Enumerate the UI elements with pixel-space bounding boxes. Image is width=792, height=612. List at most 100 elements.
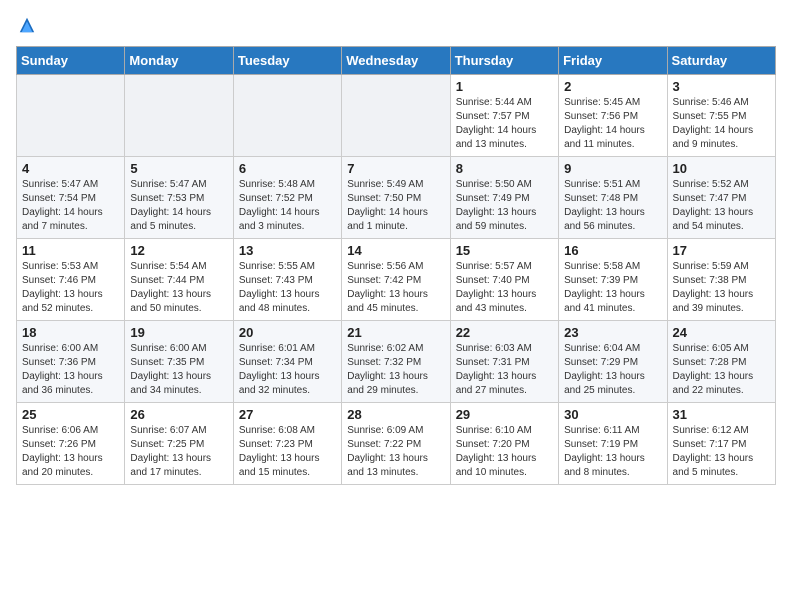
day-number: 22	[456, 325, 553, 340]
day-info: Sunrise: 5:44 AM Sunset: 7:57 PM Dayligh…	[456, 96, 553, 152]
calendar-week-row: 1 Sunrise: 5:44 AM Sunset: 7:57 PM Daylig…	[17, 75, 776, 157]
day-number: 29	[456, 407, 553, 422]
day-number: 30	[564, 407, 661, 422]
day-info: Sunrise: 5:56 AM Sunset: 7:42 PM Dayligh…	[347, 260, 444, 316]
day-info: Sunrise: 5:55 AM Sunset: 7:43 PM Dayligh…	[239, 260, 336, 316]
day-info: Sunrise: 6:06 AM Sunset: 7:26 PM Dayligh…	[22, 424, 119, 480]
weekday-header: Tuesday	[233, 47, 341, 75]
calendar-cell: 15 Sunrise: 5:57 AM Sunset: 7:40 PM Dayli…	[450, 239, 558, 321]
weekday-header: Saturday	[667, 47, 775, 75]
day-number: 11	[22, 243, 119, 258]
calendar-cell: 8 Sunrise: 5:50 AM Sunset: 7:49 PM Daylig…	[450, 157, 558, 239]
calendar-cell: 18Sunrise: 6:00 AM Sunset: 7:36 PM Dayli…	[17, 321, 125, 403]
day-number: 16	[564, 243, 661, 258]
calendar-cell: 3 Sunrise: 5:46 AM Sunset: 7:55 PM Daylig…	[667, 75, 775, 157]
day-info: Sunrise: 5:47 AM Sunset: 7:53 PM Dayligh…	[130, 178, 227, 234]
calendar-cell: 26Sunrise: 6:07 AM Sunset: 7:25 PM Dayli…	[125, 403, 233, 485]
weekday-header: Wednesday	[342, 47, 450, 75]
calendar-cell	[342, 75, 450, 157]
day-number: 12	[130, 243, 227, 258]
calendar-cell: 16 Sunrise: 5:58 AM Sunset: 7:39 PM Dayli…	[559, 239, 667, 321]
weekday-header: Monday	[125, 47, 233, 75]
calendar-header-row: SundayMondayTuesdayWednesdayThursdayFrid…	[17, 47, 776, 75]
calendar-week-row: 4Sunrise: 5:47 AM Sunset: 7:54 PM Daylig…	[17, 157, 776, 239]
day-number: 17	[673, 243, 770, 258]
day-number: 7	[347, 161, 444, 176]
day-number: 9	[564, 161, 661, 176]
day-number: 15	[456, 243, 553, 258]
day-number: 14	[347, 243, 444, 258]
calendar-cell: 31 Sunrise: 6:12 AM Sunset: 7:17 PM Dayli…	[667, 403, 775, 485]
calendar-cell: 13 Sunrise: 5:55 AM Sunset: 7:43 PM Dayli…	[233, 239, 341, 321]
day-number: 25	[22, 407, 119, 422]
day-number: 6	[239, 161, 336, 176]
calendar-cell: 11Sunrise: 5:53 AM Sunset: 7:46 PM Dayli…	[17, 239, 125, 321]
day-info: Sunrise: 5:58 AM Sunset: 7:39 PM Dayligh…	[564, 260, 661, 316]
day-number: 28	[347, 407, 444, 422]
day-info: Sunrise: 5:46 AM Sunset: 7:55 PM Dayligh…	[673, 96, 770, 152]
calendar-cell: 23 Sunrise: 6:04 AM Sunset: 7:29 PM Dayli…	[559, 321, 667, 403]
calendar-cell: 22 Sunrise: 6:03 AM Sunset: 7:31 PM Dayli…	[450, 321, 558, 403]
calendar-cell: 12Sunrise: 5:54 AM Sunset: 7:44 PM Dayli…	[125, 239, 233, 321]
calendar-cell: 17 Sunrise: 5:59 AM Sunset: 7:38 PM Dayli…	[667, 239, 775, 321]
day-info: Sunrise: 5:49 AM Sunset: 7:50 PM Dayligh…	[347, 178, 444, 234]
day-info: Sunrise: 6:00 AM Sunset: 7:35 PM Dayligh…	[130, 342, 227, 398]
day-number: 3	[673, 79, 770, 94]
calendar-cell: 9 Sunrise: 5:51 AM Sunset: 7:48 PM Daylig…	[559, 157, 667, 239]
day-info: Sunrise: 6:05 AM Sunset: 7:28 PM Dayligh…	[673, 342, 770, 398]
calendar-cell: 30Sunrise: 6:11 AM Sunset: 7:19 PM Dayli…	[559, 403, 667, 485]
day-number: 1	[456, 79, 553, 94]
day-number: 31	[673, 407, 770, 422]
day-info: Sunrise: 6:12 AM Sunset: 7:17 PM Dayligh…	[673, 424, 770, 480]
day-info: Sunrise: 5:48 AM Sunset: 7:52 PM Dayligh…	[239, 178, 336, 234]
calendar-cell	[125, 75, 233, 157]
day-info: Sunrise: 5:52 AM Sunset: 7:47 PM Dayligh…	[673, 178, 770, 234]
calendar-week-row: 25 Sunrise: 6:06 AM Sunset: 7:26 PM Dayli…	[17, 403, 776, 485]
day-info: Sunrise: 5:47 AM Sunset: 7:54 PM Dayligh…	[22, 178, 119, 234]
day-info: Sunrise: 6:04 AM Sunset: 7:29 PM Dayligh…	[564, 342, 661, 398]
calendar-cell	[233, 75, 341, 157]
day-info: Sunrise: 5:57 AM Sunset: 7:40 PM Dayligh…	[456, 260, 553, 316]
calendar-cell: 24 Sunrise: 6:05 AM Sunset: 7:28 PM Dayli…	[667, 321, 775, 403]
day-number: 2	[564, 79, 661, 94]
logo	[16, 16, 36, 34]
calendar-table: SundayMondayTuesdayWednesdayThursdayFrid…	[16, 46, 776, 485]
calendar-cell: 21Sunrise: 6:02 AM Sunset: 7:32 PM Dayli…	[342, 321, 450, 403]
calendar-cell: 1 Sunrise: 5:44 AM Sunset: 7:57 PM Daylig…	[450, 75, 558, 157]
day-number: 5	[130, 161, 227, 176]
day-info: Sunrise: 6:02 AM Sunset: 7:32 PM Dayligh…	[347, 342, 444, 398]
logo-icon	[18, 16, 36, 34]
day-info: Sunrise: 5:45 AM Sunset: 7:56 PM Dayligh…	[564, 96, 661, 152]
day-number: 24	[673, 325, 770, 340]
calendar-cell: 2 Sunrise: 5:45 AM Sunset: 7:56 PM Daylig…	[559, 75, 667, 157]
day-info: Sunrise: 5:51 AM Sunset: 7:48 PM Dayligh…	[564, 178, 661, 234]
day-number: 20	[239, 325, 336, 340]
day-info: Sunrise: 6:08 AM Sunset: 7:23 PM Dayligh…	[239, 424, 336, 480]
day-number: 26	[130, 407, 227, 422]
day-info: Sunrise: 6:09 AM Sunset: 7:22 PM Dayligh…	[347, 424, 444, 480]
calendar-cell	[17, 75, 125, 157]
day-number: 19	[130, 325, 227, 340]
calendar-cell: 27Sunrise: 6:08 AM Sunset: 7:23 PM Dayli…	[233, 403, 341, 485]
calendar-cell: 4Sunrise: 5:47 AM Sunset: 7:54 PM Daylig…	[17, 157, 125, 239]
day-info: Sunrise: 6:00 AM Sunset: 7:36 PM Dayligh…	[22, 342, 119, 398]
day-info: Sunrise: 5:50 AM Sunset: 7:49 PM Dayligh…	[456, 178, 553, 234]
calendar-cell: 5 Sunrise: 5:47 AM Sunset: 7:53 PM Daylig…	[125, 157, 233, 239]
day-number: 8	[456, 161, 553, 176]
calendar-week-row: 18Sunrise: 6:00 AM Sunset: 7:36 PM Dayli…	[17, 321, 776, 403]
day-info: Sunrise: 6:10 AM Sunset: 7:20 PM Dayligh…	[456, 424, 553, 480]
day-number: 23	[564, 325, 661, 340]
calendar-cell: 20 Sunrise: 6:01 AM Sunset: 7:34 PM Dayli…	[233, 321, 341, 403]
calendar-cell: 14 Sunrise: 5:56 AM Sunset: 7:42 PM Dayli…	[342, 239, 450, 321]
calendar-cell: 19 Sunrise: 6:00 AM Sunset: 7:35 PM Dayli…	[125, 321, 233, 403]
day-info: Sunrise: 6:01 AM Sunset: 7:34 PM Dayligh…	[239, 342, 336, 398]
weekday-header: Sunday	[17, 47, 125, 75]
day-info: Sunrise: 5:59 AM Sunset: 7:38 PM Dayligh…	[673, 260, 770, 316]
calendar-cell: 6 Sunrise: 5:48 AM Sunset: 7:52 PM Daylig…	[233, 157, 341, 239]
day-number: 13	[239, 243, 336, 258]
day-number: 10	[673, 161, 770, 176]
page-header	[16, 16, 776, 34]
calendar-cell: 28 Sunrise: 6:09 AM Sunset: 7:22 PM Dayli…	[342, 403, 450, 485]
day-info: Sunrise: 6:03 AM Sunset: 7:31 PM Dayligh…	[456, 342, 553, 398]
weekday-header: Friday	[559, 47, 667, 75]
